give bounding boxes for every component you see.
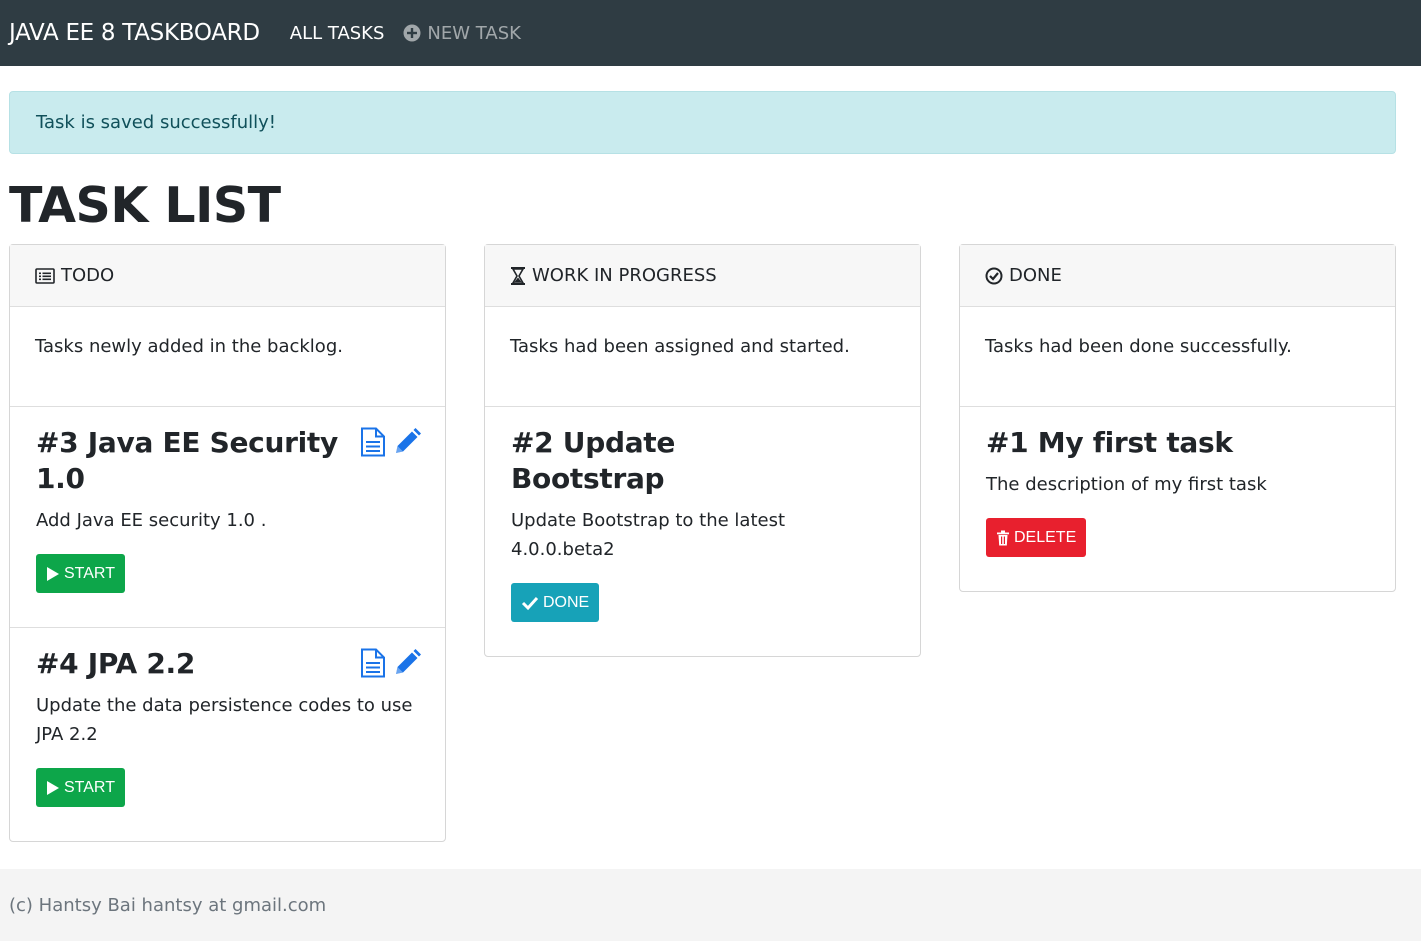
task-card: #1 My first task The description of my f… — [960, 407, 1395, 591]
success-alert: Task is saved successfully! — [9, 91, 1396, 154]
column-done-title: DONE — [1009, 265, 1062, 286]
start-button[interactable]: START — [36, 768, 125, 807]
play-icon — [47, 780, 59, 795]
alert-message: Task is saved successfully! — [36, 112, 276, 133]
nav-new-task[interactable]: NEW TASK — [403, 23, 521, 44]
column-wip-header: WORK IN PROGRESS — [485, 245, 920, 307]
document-icon[interactable] — [359, 427, 387, 457]
task-actions — [359, 648, 421, 678]
task-title: #2 Update Bootstrap — [511, 426, 676, 495]
column-todo-header: TODO — [10, 245, 445, 307]
task-description: Update Bootstrap to the latest 4.0.0.bet… — [511, 510, 786, 560]
top-navbar: JAVA EE 8 TASKBOARD ALL TASKS NEW TASK — [0, 0, 1421, 66]
column-done-header: DONE — [960, 245, 1395, 307]
column-todo: TODO Tasks newly added in the backlog. #… — [9, 244, 446, 842]
task-title: #1 My first task — [986, 426, 1233, 459]
list-alt-icon — [35, 267, 55, 284]
start-button-label: START — [64, 564, 115, 582]
done-button-label: DONE — [543, 593, 590, 611]
column-wip-description: Tasks had been assigned and started. — [485, 307, 920, 407]
document-icon[interactable] — [359, 648, 387, 678]
pencil-icon[interactable] — [393, 649, 421, 677]
done-button[interactable]: DONE — [511, 583, 600, 622]
check-icon — [521, 596, 539, 610]
column-work-in-progress: WORK IN PROGRESS Tasks had been assigned… — [484, 244, 921, 657]
footer-text: (c) Hantsy Bai hantsy at gmail.com — [9, 894, 327, 916]
hourglass-icon — [511, 266, 525, 285]
column-done-description: Tasks had been done successfully. — [960, 307, 1395, 407]
nav-all-tasks[interactable]: ALL TASKS — [290, 23, 385, 44]
check-circle-icon — [985, 267, 1003, 284]
brand-link[interactable]: JAVA EE 8 TASKBOARD — [9, 20, 260, 46]
task-card: #3 Java EE Security 1.0 Add Java EE secu… — [10, 407, 445, 628]
task-description: Add Java EE security 1.0 . — [36, 510, 267, 531]
start-button[interactable]: START — [36, 554, 125, 593]
task-title: #4 JPA 2.2 — [36, 647, 196, 680]
task-description: The description of my first task — [986, 474, 1267, 495]
footer: (c) Hantsy Bai hantsy at gmail.com — [0, 869, 1421, 941]
column-todo-title: TODO — [61, 265, 115, 286]
nav-all-tasks-label: ALL TASKS — [289, 22, 385, 44]
nav-new-task-label: NEW TASK — [427, 22, 521, 44]
plus-circle-icon — [403, 24, 421, 42]
column-done: DONE Tasks had been done successfully. #… — [959, 244, 1396, 592]
trash-icon — [997, 530, 1009, 545]
delete-button-label: DELETE — [1014, 528, 1077, 546]
task-description: Update the data persistence codes to use… — [36, 695, 413, 745]
task-card: #4 JPA 2.2 Update the data persistence c… — [10, 628, 445, 841]
page-title: TASK LIST — [9, 177, 281, 234]
task-title: #3 Java EE Security 1.0 — [36, 426, 338, 495]
task-card: #2 Update Bootstrap Update Bootstrap to … — [485, 407, 920, 656]
pencil-icon[interactable] — [393, 428, 421, 456]
task-actions — [359, 427, 421, 457]
column-wip-title: WORK IN PROGRESS — [532, 265, 717, 286]
start-button-label: START — [64, 778, 115, 796]
delete-button[interactable]: DELETE — [986, 518, 1087, 557]
column-todo-description: Tasks newly added in the backlog. — [10, 307, 445, 407]
play-icon — [47, 566, 59, 581]
